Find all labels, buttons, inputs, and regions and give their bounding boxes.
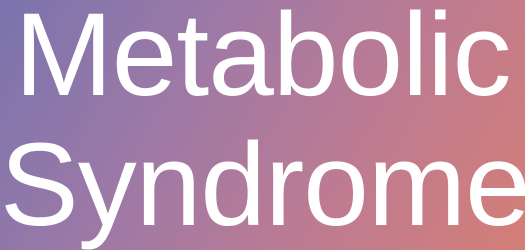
title-line-2: Syndrome — [0, 119, 525, 250]
slide-title: Metabolic Syndrome — [0, 0, 525, 250]
title-line-1: Metabolic — [14, 0, 511, 121]
title-slide: Metabolic Syndrome — [0, 0, 525, 250]
